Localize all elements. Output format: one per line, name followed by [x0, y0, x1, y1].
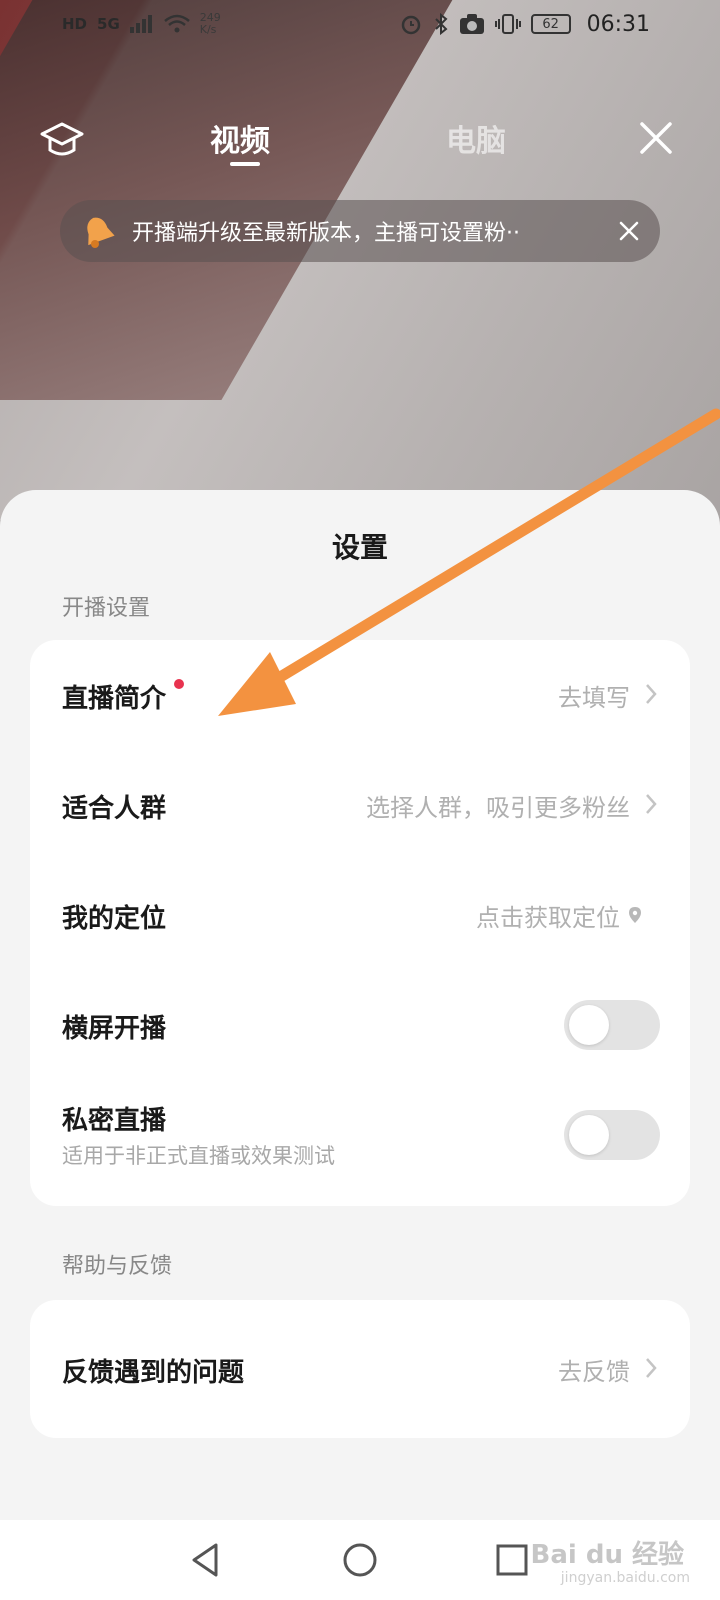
wifi-icon: [163, 14, 190, 33]
section-help-feedback: 帮助与反馈: [62, 1254, 173, 1279]
row-value: 选择人群，吸引更多粉丝: [366, 794, 630, 822]
hd-badge: HD: [62, 15, 88, 33]
home-circle-icon[interactable]: [340, 1540, 380, 1580]
row-sublabel: 适用于非正式直播或效果测试: [62, 1144, 335, 1168]
back-triangle-icon[interactable]: [186, 1540, 226, 1580]
bell-icon: [87, 217, 115, 248]
system-nav-bar: Bai du 经验 jingyan.baidu.com: [0, 1520, 720, 1600]
chevron-right-icon: [646, 1358, 657, 1378]
chevron-right-icon: [646, 794, 657, 814]
status-right: 62 06:31: [399, 12, 650, 37]
notice-close-icon[interactable]: [616, 218, 642, 244]
status-left: HD 5G 249 K/s: [62, 12, 221, 36]
row-label: 直播简介: [62, 684, 167, 714]
private-toggle[interactable]: [564, 1110, 660, 1160]
graduation-cap-icon[interactable]: [40, 120, 84, 160]
camera-icon: [459, 14, 484, 34]
row-value: 去填写: [558, 684, 630, 712]
status-time: 06:31: [586, 11, 650, 37]
row-landscape: 横屏开播: [30, 970, 690, 1080]
row-feedback[interactable]: 反馈遇到的问题 去反馈: [30, 1300, 690, 1438]
network-speed: 249 K/s: [200, 12, 221, 36]
row-label: 我的定位: [62, 904, 167, 934]
sheet-title: 设置: [331, 531, 388, 564]
chevron-right-icon: [646, 684, 657, 704]
row-label: 反馈遇到的问题: [62, 1358, 245, 1388]
tab-video[interactable]: 视频: [210, 116, 270, 160]
row-value: 去反馈: [558, 1358, 630, 1386]
baidu-watermark-url: jingyan.baidu.com: [560, 1570, 690, 1586]
battery-indicator: 62: [530, 14, 571, 34]
vibrate-icon: [494, 14, 521, 34]
speed-unit: K/s: [199, 23, 217, 36]
settings-sheet: 设置 开播设置 直播简介 去填写 适合人群 选择人群，吸引更多粉丝 我的定位 点…: [0, 490, 720, 1520]
row-location[interactable]: 我的定位 点击获取定位: [30, 860, 690, 970]
help-card: 反馈遇到的问题 去反馈: [30, 1300, 690, 1438]
top-nav: 视频 电脑: [0, 106, 720, 166]
notice-text: 开播端升级至最新版本，主播可设置粉··: [132, 221, 520, 246]
row-audience[interactable]: 适合人群 选择人群，吸引更多粉丝: [30, 750, 690, 860]
status-bar: HD 5G 249 K/s 62 06:31: [0, 0, 720, 48]
row-label: 适合人群: [62, 794, 167, 824]
tab-computer[interactable]: 电脑: [446, 116, 506, 160]
row-private: 私密直播 适用于非正式直播或效果测试: [30, 1080, 690, 1200]
row-live-intro[interactable]: 直播简介 去填写: [30, 640, 690, 750]
section-live-settings: 开播设置: [62, 596, 151, 621]
signal-icon: [129, 15, 152, 33]
live-settings-card: 直播简介 去填写 适合人群 选择人群，吸引更多粉丝 我的定位 点击获取定位 横屏…: [30, 640, 690, 1206]
close-icon[interactable]: [638, 120, 674, 156]
notice-banner[interactable]: 开播端升级至最新版本，主播可设置粉··: [60, 200, 660, 262]
network-label: 5G: [97, 15, 120, 33]
baidu-watermark-logo: Bai du 经验: [530, 1540, 685, 1570]
toggle-knob: [569, 1005, 609, 1045]
row-label: 横屏开播: [62, 1014, 167, 1044]
landscape-toggle[interactable]: [564, 1000, 660, 1050]
toggle-knob: [569, 1115, 609, 1155]
bluetooth-icon: [434, 12, 448, 36]
location-pin-icon: [629, 907, 641, 923]
new-dot-badge: [174, 679, 184, 689]
active-tab-indicator: [230, 162, 260, 166]
row-value: 点击获取定位: [476, 904, 620, 932]
row-label: 私密直播: [62, 1106, 167, 1136]
recents-square-icon[interactable]: [492, 1540, 532, 1580]
alarm-icon: [401, 15, 420, 35]
